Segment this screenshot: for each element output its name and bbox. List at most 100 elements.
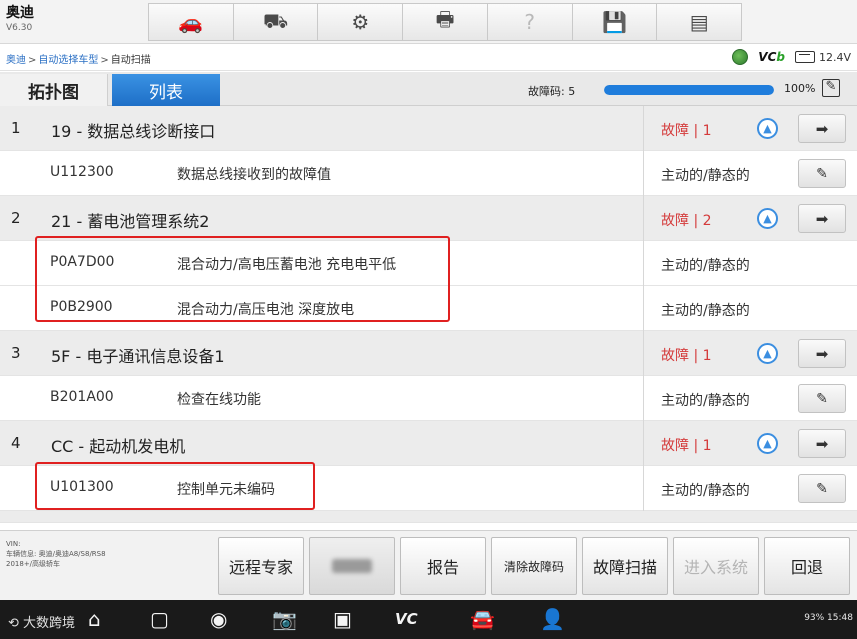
system-row-partial[interactable]: [0, 511, 857, 523]
status-cell: 主动的/静态的: [643, 241, 788, 286]
dtc-description: 混合动力/高压电池 深度放电: [177, 302, 355, 318]
note-edit-icon: ✎: [816, 390, 828, 407]
dtc-row[interactable]: U112300 数据总线接收到的故障值 主动的/静态的 ✎: [0, 151, 857, 196]
watermark-text: 大数跨境: [23, 616, 76, 631]
car-battery-icon: [794, 51, 815, 63]
enter-system-label: 进入系统: [683, 558, 748, 577]
vci-status-icon: VCb: [758, 50, 785, 64]
browser-icon[interactable]: ◉: [210, 608, 227, 630]
screen-record-icon[interactable]: ▣: [333, 608, 352, 630]
blurred-button[interactable]: [309, 537, 395, 595]
system-index: 2: [11, 209, 21, 227]
chevron-up-icon[interactable]: ▲: [757, 118, 778, 139]
dtc-description: 检查在线功能: [177, 392, 261, 408]
system-row[interactable]: 4 CC - 起动机发电机 故障 | 1 ▲ ➡: [0, 421, 857, 466]
car-lift-icon: ⛟: [262, 8, 289, 33]
status-cell: 故障 | 1 ▲: [643, 331, 788, 376]
dtc-code: P0B2900: [50, 299, 113, 315]
toolbar-button-help[interactable]: ?: [487, 3, 573, 41]
dtc-help-button[interactable]: ✎: [798, 384, 846, 413]
system-row[interactable]: 2 21 - 蓄电池管理系统2 故障 | 2 ▲ ➡: [0, 196, 857, 241]
vehicle-trim: 2018+/高级轿车: [6, 560, 61, 568]
dtc-row[interactable]: P0B2900 混合动力/高压电池 深度放电 主动的/静态的: [0, 286, 857, 331]
report-button[interactable]: 报告: [400, 537, 486, 595]
system-name: CC - 起动机发电机: [51, 437, 186, 456]
message-icon: ▤: [689, 10, 709, 34]
chevron-up-icon[interactable]: ▲: [757, 433, 778, 454]
dtc-scan-label: 故障扫描: [592, 558, 657, 577]
dtc-state: 主动的/静态的: [661, 258, 750, 274]
status-cell: 故障 | 2 ▲: [643, 196, 788, 241]
status-cell: 主动的/静态的: [643, 376, 788, 421]
report-label: 报告: [426, 558, 459, 577]
dtc-row[interactable]: P0A7D00 混合动力/高电压蓄电池 充电电平低 主动的/静态的: [0, 241, 857, 286]
enter-system-arrow-button[interactable]: ➡: [798, 429, 846, 458]
user-car-icon[interactable]: 👤: [540, 608, 565, 630]
toolbar-button-car-lift[interactable]: ⛟: [233, 3, 319, 41]
fault-badge: 故障 | 1: [661, 348, 712, 364]
main-toolbar: 🚗 ⛟ ⚙ 🖶? 💾 ▤: [148, 3, 743, 41]
breadcrumb-separator: >: [100, 55, 109, 66]
system-name: 21 - 蓄电池管理系统2: [51, 212, 210, 231]
dtc-help-button[interactable]: ✎: [798, 474, 846, 503]
breadcrumb-item-brand[interactable]: 奥迪: [6, 55, 26, 66]
fault-badge: 故障 | 1: [661, 438, 712, 454]
view-tab-bar: 拓扑图 列表 故障码: 5 100% ✎: [0, 72, 857, 106]
scan-progress-percent: 100%: [784, 82, 816, 95]
vci-icon[interactable]: VC: [395, 608, 418, 630]
recent-apps-icon[interactable]: ▢: [150, 608, 169, 630]
arrow-right-icon: ➡: [815, 119, 829, 138]
enter-system-arrow-button[interactable]: ➡: [798, 114, 846, 143]
toolbar-button-printer[interactable]: 🖶: [403, 3, 488, 41]
dtc-code: U112300: [50, 164, 114, 180]
enter-system-button[interactable]: 进入系统: [673, 537, 759, 595]
dtc-scan-button[interactable]: 故障扫描: [582, 537, 668, 595]
chevron-up-icon[interactable]: ▲: [757, 343, 778, 364]
dtc-description: 数据总线接收到的故障值: [177, 167, 331, 183]
dtc-state: 主动的/静态的: [661, 303, 750, 319]
system-row[interactable]: 3 5F - 电子通讯信息设备1 故障 | 1 ▲ ➡: [0, 331, 857, 376]
toolbar-button-gear[interactable]: ⚙: [318, 3, 404, 41]
toolbar-button-save[interactable]: 💾: [572, 3, 658, 41]
home-icon[interactable]: ⌂: [88, 608, 101, 630]
dtc-list[interactable]: 1 19 - 数据总线诊断接口 故障 | 1 ▲ ➡ U112300 数据总线接收到的故障值…: [0, 106, 857, 530]
dtc-state: 主动的/静态的: [661, 393, 750, 409]
dtc-help-button[interactable]: ✎: [798, 159, 846, 188]
tab-list[interactable]: 列表: [112, 74, 220, 106]
system-index: 4: [11, 434, 21, 452]
app-brand: 奥迪 V6.30: [6, 4, 34, 34]
toolbar-button-message[interactable]: ▤: [657, 3, 743, 41]
back-button[interactable]: 回退: [764, 537, 850, 595]
clear-dtc-label: 清除故障码: [503, 559, 564, 574]
dtc-row[interactable]: U101300 控制单元未编码 主动的/静态的 ✎: [0, 466, 857, 511]
tab-topology[interactable]: 拓扑图: [0, 74, 108, 106]
breadcrumb-item-auto-scan: 自动扫描: [110, 55, 151, 66]
toolbar-button-car-upload[interactable]: 🚗: [148, 3, 234, 41]
dtc-row[interactable]: B201A00 检查在线功能 主动的/静态的 ✎: [0, 376, 857, 421]
battery-voltage: 12.4V: [794, 51, 851, 64]
enter-system-arrow-button[interactable]: ➡: [798, 339, 846, 368]
car-icon[interactable]: 🚘: [470, 608, 495, 630]
dtc-code: P0A7D00: [50, 254, 115, 270]
edit-icon[interactable]: ✎: [822, 79, 840, 97]
breadcrumb-item-auto-select[interactable]: 自动选择车型: [38, 55, 98, 66]
dtc-description: 混合动力/高电压蓄电池 充电电平低: [177, 257, 397, 273]
help-icon: ?: [524, 10, 536, 34]
system-row[interactable]: 1 19 - 数据总线诊断接口 故障 | 1 ▲ ➡: [0, 106, 857, 151]
chevron-up-icon[interactable]: ▲: [757, 208, 778, 229]
top-bar: 奥迪 V6.30 🚗 ⛟ ⚙ 🖶? 💾 ▤: [0, 0, 857, 44]
bottom-action-bar: VIN: 车辆信息: 奥迪/奥迪A8/S8/RS8 2018+/高级轿车 远程专…: [0, 530, 857, 600]
remote-expert-button[interactable]: 远程专家: [218, 537, 304, 595]
system-index: 1: [11, 119, 21, 137]
enter-system-arrow-button[interactable]: ➡: [798, 204, 846, 233]
back-arrow-icon[interactable]: ⟲: [8, 616, 23, 631]
note-edit-icon: ✎: [816, 480, 828, 497]
status-cell: 故障 | 1 ▲: [643, 106, 788, 151]
camera-icon[interactable]: 📷: [272, 608, 297, 630]
scan-progress-bar: [604, 85, 774, 95]
network-globe-icon: [732, 49, 749, 65]
clear-dtc-button[interactable]: 清除故障码: [491, 537, 577, 595]
breadcrumb-bar: 奥迪 > 自动选择车型 > 自动扫描 VCb 12.4V: [0, 45, 857, 71]
note-edit-icon: ✎: [816, 165, 828, 182]
app-version: V6.30: [6, 23, 33, 33]
